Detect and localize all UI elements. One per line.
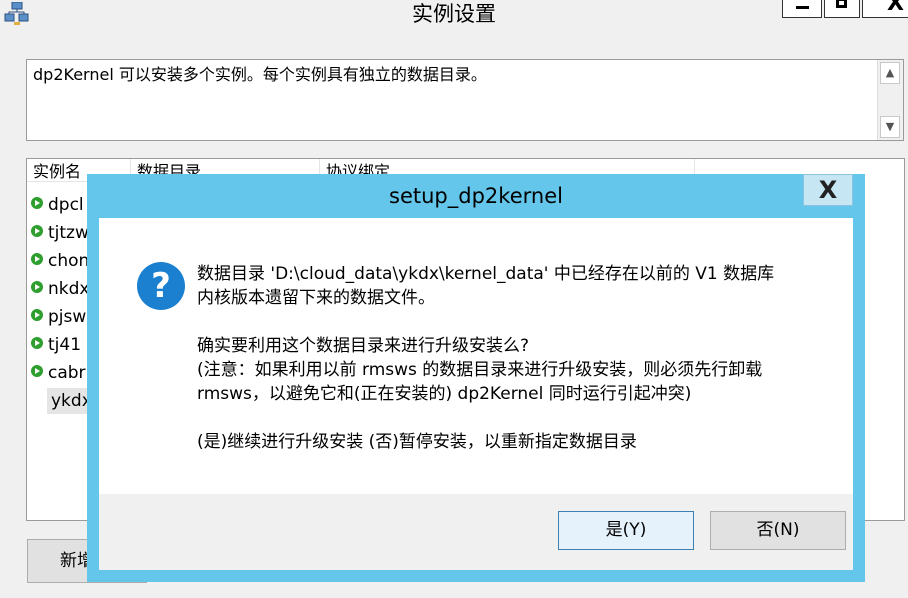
description-text: dp2Kernel 可以安装多个实例。每个实例具有独立的数据目录。 <box>33 65 487 84</box>
instance-name: tjtzw <box>48 223 89 243</box>
message-line: 数据目录 'D:\cloud_data\ykdx\kernel_data' 中已… <box>197 264 775 284</box>
message-line: (是)继续进行升级安装 (否)暂停安装，以重新指定数据目录 <box>197 432 637 452</box>
list-item[interactable]: pjsw <box>31 304 86 330</box>
window-close-button[interactable]: X <box>862 0 908 18</box>
question-icon: ? <box>137 262 185 310</box>
message-line: 确实要利用这个数据目录来进行升级安装么? <box>197 336 530 356</box>
description-textbox[interactable]: dp2Kernel 可以安装多个实例。每个实例具有独立的数据目录。 ▲ ▼ <box>26 59 904 141</box>
list-item[interactable]: cabr <box>31 360 86 386</box>
running-status-icon <box>31 365 43 377</box>
yes-button[interactable]: 是(Y) <box>558 511 694 550</box>
description-scrollbar[interactable]: ▲ ▼ <box>877 60 903 140</box>
maximize-button[interactable] <box>824 0 860 18</box>
message-line: 内核版本遗留下来的数据文件。 <box>197 288 435 308</box>
message-line: (注意：如果利用以前 rmsws 的数据目录来进行升级安装，则必须先行卸载 <box>197 360 763 380</box>
list-item[interactable]: dpcl <box>31 192 84 218</box>
instance-name: nkdx <box>48 279 90 299</box>
running-status-icon <box>31 225 43 237</box>
instance-name: chon <box>48 251 90 271</box>
running-status-icon <box>31 253 43 265</box>
list-item[interactable]: tjtzw <box>31 220 89 246</box>
close-icon: X <box>887 0 904 16</box>
minimize-button[interactable] <box>782 0 822 18</box>
dialog-title: setup_dp2kernel <box>389 184 563 208</box>
confirm-dialog: setup_dp2kernel X ? 数据目录 'D:\cloud_data\… <box>87 174 865 582</box>
instance-name: ykdx <box>51 391 92 411</box>
no-button[interactable]: 否(N) <box>710 511 846 550</box>
list-item[interactable]: chon <box>31 248 89 274</box>
dialog-close-button[interactable]: X <box>803 174 853 206</box>
instance-name: cabr <box>48 363 86 383</box>
scroll-up-icon[interactable]: ▲ <box>880 62 900 84</box>
dialog-body: ? 数据目录 'D:\cloud_data\ykdx\kernel_data' … <box>99 218 853 494</box>
dialog-button-bar: 是(Y) 否(N) <box>99 494 853 570</box>
close-icon: X <box>818 176 838 204</box>
running-status-icon <box>31 197 43 209</box>
list-item[interactable]: tj41 <box>31 332 81 358</box>
running-status-icon <box>31 337 43 349</box>
main-window-titlebar: 实例设置 X <box>0 0 908 32</box>
instance-name: tj41 <box>48 335 82 355</box>
scroll-down-icon[interactable]: ▼ <box>880 116 900 138</box>
message-line: rmsws，以避免它和(正在安装的) dp2Kernel 同时运行引起冲突) <box>197 384 692 404</box>
running-status-icon <box>31 309 43 321</box>
running-status-icon <box>31 281 43 293</box>
list-item[interactable]: nkdx <box>31 276 89 302</box>
instance-name: pjsw <box>48 307 87 327</box>
instance-name: dpcl <box>48 195 84 215</box>
window-title: 实例设置 <box>412 2 496 26</box>
